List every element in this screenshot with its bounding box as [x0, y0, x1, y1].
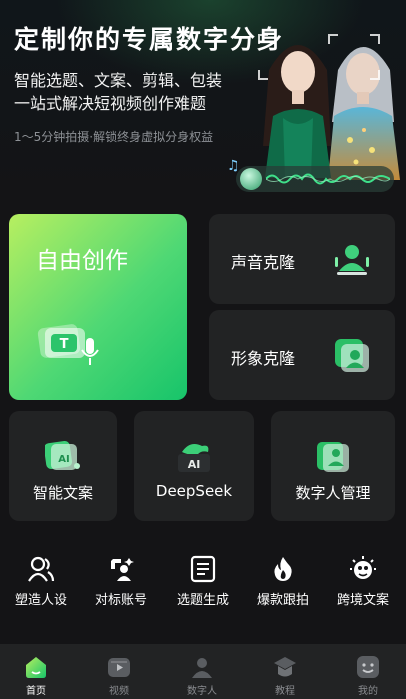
- nav-home[interactable]: 首页: [6, 644, 66, 699]
- deepseek-card[interactable]: AI DeepSeek: [134, 411, 254, 521]
- digital-human-nav-icon: [192, 658, 212, 678]
- nav-label: 教程: [275, 686, 295, 697]
- tool-label: 对标账号: [94, 593, 147, 608]
- svg-text:T: T: [60, 337, 69, 352]
- cross-border-icon: [350, 556, 376, 579]
- image-clone-icon: [335, 339, 369, 372]
- digital-human-management-label: 数字人管理: [295, 484, 371, 502]
- hero-feature-line: 智能选题、文案、剪辑、包装: [14, 71, 223, 90]
- digital-avatar-image: [263, 45, 331, 178]
- tool-benchmark-account[interactable]: 对标账号: [86, 552, 156, 614]
- svg-text:AI: AI: [58, 454, 69, 465]
- nav-video[interactable]: 视频: [89, 644, 149, 699]
- voice-clone-label: 声音克隆: [231, 253, 296, 272]
- scan-frame-corner: [258, 70, 268, 80]
- scan-frame-corner: [258, 34, 268, 44]
- nav-label: 视频: [109, 686, 129, 697]
- video-icon: [108, 658, 130, 677]
- hero-title: 定制你的专属数字分身: [14, 25, 285, 54]
- digital-human-icon: [317, 442, 349, 472]
- voice-clone-icon: [335, 245, 369, 275]
- scan-frame-corner: [328, 34, 338, 44]
- nav-digital-human[interactable]: 数字人: [172, 644, 232, 699]
- nav-tutorial[interactable]: 教程: [255, 644, 315, 699]
- image-clone-card[interactable]: 形象克隆: [209, 310, 395, 400]
- video-mic-icon: T: [37, 324, 99, 365]
- ai-document-icon: AI: [45, 440, 80, 470]
- svg-text:AI: AI: [188, 458, 201, 471]
- tool-shortcuts: 塑造人设 对标账号 选题生成 爆款跟拍 跨境文案: [0, 552, 406, 614]
- scan-frame-corner: [370, 34, 380, 44]
- tool-label: 爆款跟拍: [256, 593, 309, 608]
- smart-copy-label: 智能文案: [32, 484, 93, 502]
- voice-waveform-bar: [236, 166, 394, 192]
- bottom-nav: 首页 视频 数字人 教程 我的: [0, 644, 406, 699]
- nav-label: 我的: [358, 686, 378, 697]
- tool-topic-generate[interactable]: 选题生成: [168, 552, 238, 614]
- free-create-card[interactable]: 自由创作 T: [9, 214, 187, 400]
- hero-feature-line: 一站式解决短视频创作难题: [14, 94, 207, 113]
- persona-icon: [28, 556, 55, 582]
- nav-label: 首页: [26, 686, 46, 697]
- scan-frame-corner: [370, 70, 380, 80]
- sound-wave-icon: [266, 173, 390, 185]
- tool-label: 跨境文案: [336, 593, 389, 608]
- tool-persona[interactable]: 塑造人设: [6, 552, 76, 614]
- tool-label: 塑造人设: [14, 593, 67, 608]
- hero-tagline: 1～5分钟拍摄·解锁终身虚拟分身权益: [14, 130, 214, 144]
- smiley-profile-icon: [357, 656, 379, 678]
- hero-banner[interactable]: 定制你的专属数字分身 智能选题、文案、剪辑、包装 一站式解决短视频创作难题 1～…: [0, 0, 406, 205]
- tool-viral-follow[interactable]: 爆款跟拍: [248, 552, 318, 614]
- home-icon: [26, 657, 46, 678]
- tool-label: 选题生成: [176, 593, 229, 608]
- nav-label: 数字人: [187, 686, 217, 697]
- deepseek-label: DeepSeek: [155, 482, 233, 500]
- topic-generate-icon: [190, 555, 216, 583]
- digital-human-management-card[interactable]: 数字人管理: [271, 411, 395, 521]
- graduation-cap-icon: [274, 657, 296, 677]
- free-create-label: 自由创作: [36, 248, 128, 274]
- benchmark-account-icon: [111, 558, 134, 581]
- tool-cross-border-copy[interactable]: 跨境文案: [328, 552, 398, 614]
- nav-mine[interactable]: 我的: [338, 644, 398, 699]
- deepseek-ai-icon: AI: [178, 444, 210, 472]
- microphone-icon: [240, 168, 262, 190]
- smart-copy-card[interactable]: AI 智能文案: [9, 411, 117, 521]
- flame-icon: [274, 557, 292, 581]
- image-clone-label: 形象克隆: [231, 349, 296, 368]
- voice-clone-card[interactable]: 声音克隆: [209, 214, 395, 304]
